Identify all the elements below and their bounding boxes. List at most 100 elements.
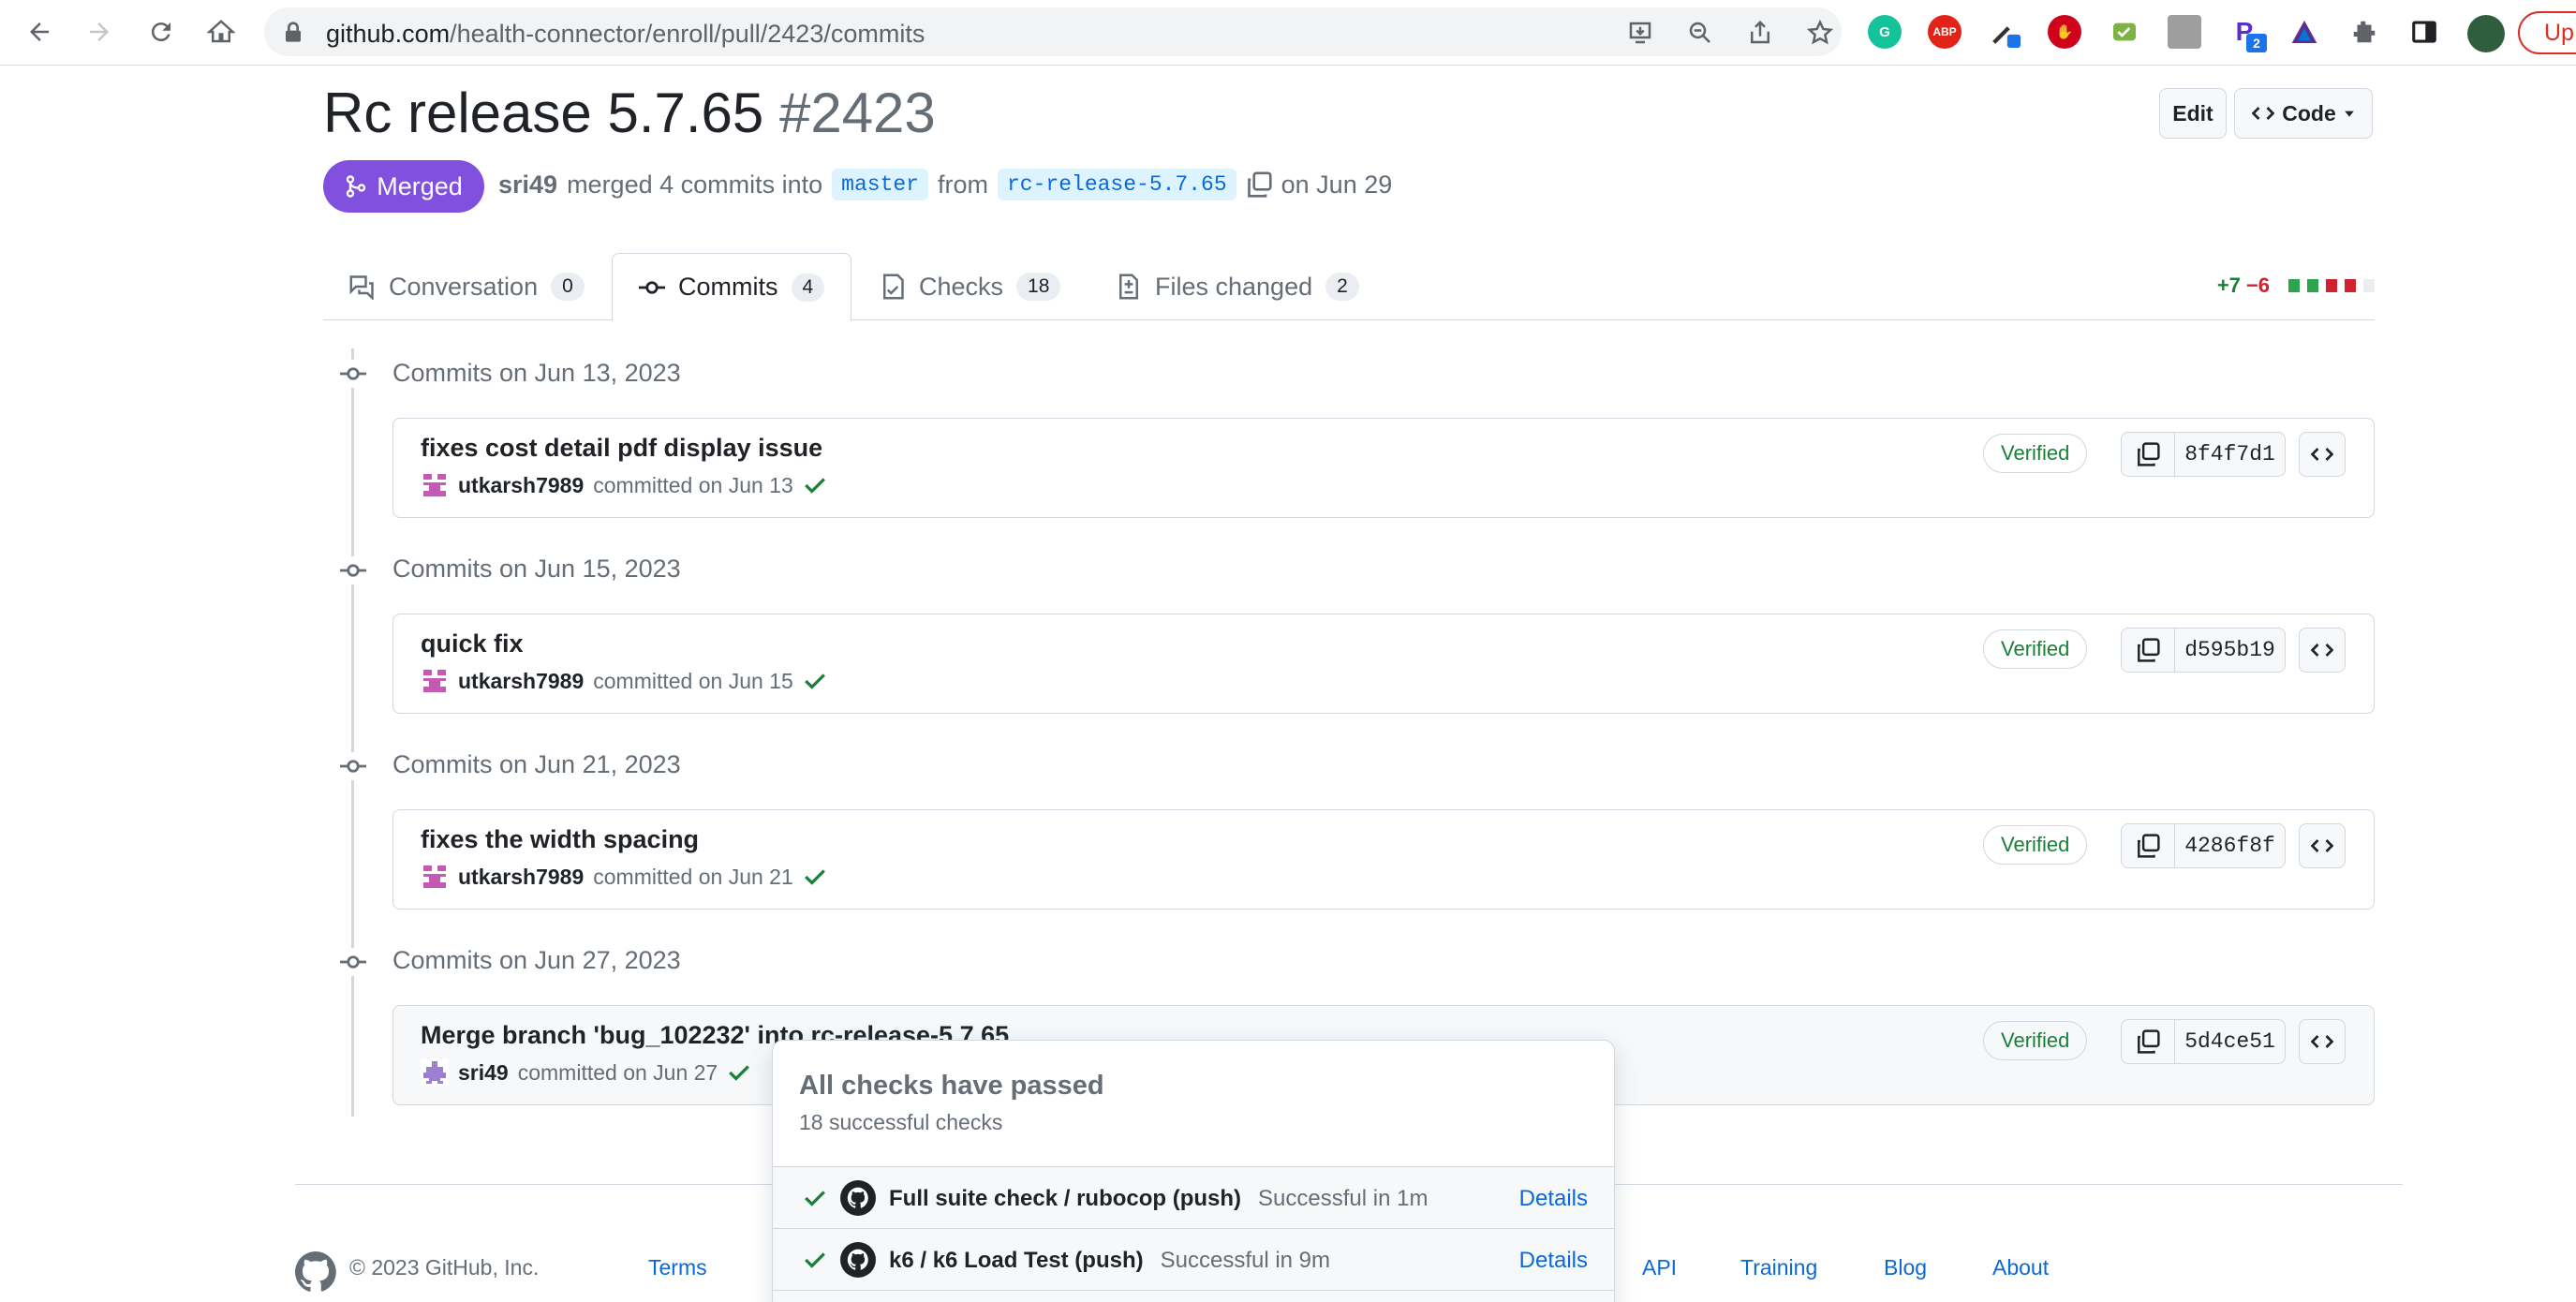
verified-badge[interactable]: Verified xyxy=(1983,434,2088,473)
extension-triangle-icon[interactable] xyxy=(2287,15,2321,49)
code-icon xyxy=(2252,107,2275,120)
commit-row: fixes cost detail pdf display issue utka… xyxy=(392,418,2375,518)
commit-author-link[interactable]: sri49 xyxy=(458,1060,509,1086)
code-icon xyxy=(2311,644,2333,657)
extension-p-icon[interactable]: P2 xyxy=(2228,15,2267,52)
avatar[interactable] xyxy=(421,1058,449,1087)
adblock-plus-icon[interactable]: ABP xyxy=(1928,15,1962,49)
inbox-icon[interactable] xyxy=(2108,15,2141,49)
footer-link-api[interactable]: API xyxy=(1642,1255,1677,1280)
color-picker-icon[interactable] xyxy=(1988,15,2021,49)
pr-meta: sri49 merged 4 commits into master from … xyxy=(498,169,1392,200)
check-icon[interactable] xyxy=(803,669,827,693)
check-icon xyxy=(805,1252,825,1268)
check-icon[interactable] xyxy=(803,473,827,497)
check-icon[interactable] xyxy=(727,1060,751,1085)
home-button[interactable] xyxy=(200,11,242,52)
copy-sha-button[interactable] xyxy=(2121,823,2175,868)
share-icon[interactable] xyxy=(1746,19,1774,47)
diffstat-block xyxy=(2345,279,2356,292)
footer-link-terms[interactable]: Terms xyxy=(648,1255,707,1280)
back-button[interactable] xyxy=(19,11,60,52)
verified-badge[interactable]: Verified xyxy=(1983,825,2088,865)
check-run-row[interactable]: k6 / k6 Load Test (push) Successful in 9m… xyxy=(773,1228,1614,1290)
url-text: github.com/health-connector/enroll/pull/… xyxy=(326,20,925,48)
tab-checks[interactable]: Checks 18 xyxy=(853,253,1087,320)
puzzle-icon[interactable] xyxy=(2347,15,2381,49)
pr-author-link[interactable]: sri49 xyxy=(498,170,557,200)
profile-image-icon[interactable] xyxy=(2168,15,2201,49)
grammarly-icon[interactable]: G xyxy=(1868,15,1902,49)
check-details-link[interactable]: Details xyxy=(1519,1186,1588,1212)
install-app-icon[interactable] xyxy=(1626,19,1654,47)
update-button[interactable]: Up xyxy=(2518,11,2576,54)
forward-button[interactable] xyxy=(79,11,120,52)
base-branch[interactable]: master xyxy=(832,169,928,200)
code-button[interactable]: Code xyxy=(2234,88,2373,139)
avatar[interactable] xyxy=(421,471,449,499)
browse-repo-button[interactable] xyxy=(2299,628,2346,673)
commit-sha-link[interactable]: d595b19 xyxy=(2175,628,2286,673)
footer-link-training[interactable]: Training xyxy=(1740,1255,1817,1280)
git-commit-icon xyxy=(339,752,367,780)
commit-title-link[interactable]: fixes cost detail pdf display issue xyxy=(421,434,822,463)
commit-title-link[interactable]: fixes the width spacing xyxy=(421,825,699,854)
copy-sha-button[interactable] xyxy=(2121,628,2175,673)
verified-badge[interactable]: Verified xyxy=(1983,1021,2088,1060)
sidebar-icon[interactable] xyxy=(2407,15,2441,49)
check-details-link[interactable]: Details xyxy=(1519,1248,1588,1274)
commit-author-link[interactable]: utkarsh7989 xyxy=(458,669,584,694)
popover-title: All checks have passed xyxy=(799,1071,1104,1101)
commit-author-link[interactable]: utkarsh7989 xyxy=(458,473,584,498)
code-icon xyxy=(2311,448,2333,461)
user-avatar-icon[interactable] xyxy=(2467,15,2505,52)
check-icon[interactable] xyxy=(803,865,827,889)
footer-link-about[interactable]: About xyxy=(1992,1255,2049,1280)
copy-sha-button[interactable] xyxy=(2121,1019,2175,1064)
checks-popover: All checks have passed 18 successful che… xyxy=(772,1040,1615,1302)
reload-icon xyxy=(151,22,170,42)
avatar[interactable] xyxy=(421,667,449,695)
tab-conversation[interactable]: Conversation 0 xyxy=(323,253,611,320)
commit-row: quick fix utkarsh7989 committed on Jun 1… xyxy=(392,614,2375,714)
copy-icon xyxy=(2138,1029,2160,1054)
zoom-icon[interactable] xyxy=(1686,19,1714,47)
footer-link-blog[interactable]: Blog xyxy=(1884,1255,1927,1280)
git-merge-icon xyxy=(347,175,366,198)
commit-sha-link[interactable]: 8f4f7d1 xyxy=(2175,432,2286,477)
comment-discussion-icon xyxy=(349,275,374,300)
status-badge: Merged xyxy=(323,160,484,213)
tab-commits[interactable]: Commits 4 xyxy=(612,253,852,321)
check-run-row[interactable] xyxy=(773,1290,1614,1302)
diff-stat: +7 −6 xyxy=(2217,274,2375,298)
github-logo-icon[interactable] xyxy=(295,1251,336,1293)
check-icon xyxy=(805,1191,825,1206)
commit-sha-link[interactable]: 5d4ce51 xyxy=(2175,1019,2286,1064)
tab-files-changed[interactable]: Files changed 2 xyxy=(1089,253,1385,320)
browse-repo-button[interactable] xyxy=(2299,432,2346,477)
avatar[interactable] xyxy=(421,863,449,891)
git-commit-icon xyxy=(339,556,367,584)
commit-title-link[interactable]: quick fix xyxy=(421,629,524,658)
check-run-row[interactable]: Full suite check / rubocop (push) Success… xyxy=(773,1166,1614,1228)
edit-button[interactable]: Edit xyxy=(2159,88,2227,139)
head-branch[interactable]: rc-release-5.7.65 xyxy=(998,169,1236,200)
page-title: Rc release 5.7.65 #2423 xyxy=(323,81,936,144)
copy-sha-button[interactable] xyxy=(2121,432,2175,477)
copy-icon xyxy=(2138,442,2160,466)
copy-icon[interactable] xyxy=(1246,171,1272,198)
commit-group-date: Commits on Jun 13, 2023 xyxy=(392,359,681,387)
copy-icon xyxy=(2138,834,2160,858)
commit-sha-link[interactable]: 4286f8f xyxy=(2175,823,2286,868)
address-bar[interactable]: github.com/health-connector/enroll/pull/… xyxy=(264,7,1842,56)
ublock-icon[interactable]: ✋ xyxy=(2048,15,2081,49)
commit-author-link[interactable]: utkarsh7989 xyxy=(458,865,584,890)
browse-repo-button[interactable] xyxy=(2299,823,2346,868)
pr-tabs: Conversation 0 Commits 4 Checks 18 Files ch… xyxy=(323,253,2375,321)
diffstat-block xyxy=(2307,279,2318,292)
reload-button[interactable] xyxy=(141,11,182,52)
verified-badge[interactable]: Verified xyxy=(1983,629,2088,669)
browse-repo-button[interactable] xyxy=(2299,1019,2346,1064)
star-icon[interactable] xyxy=(1806,19,1834,47)
diffstat-block xyxy=(2326,279,2337,292)
